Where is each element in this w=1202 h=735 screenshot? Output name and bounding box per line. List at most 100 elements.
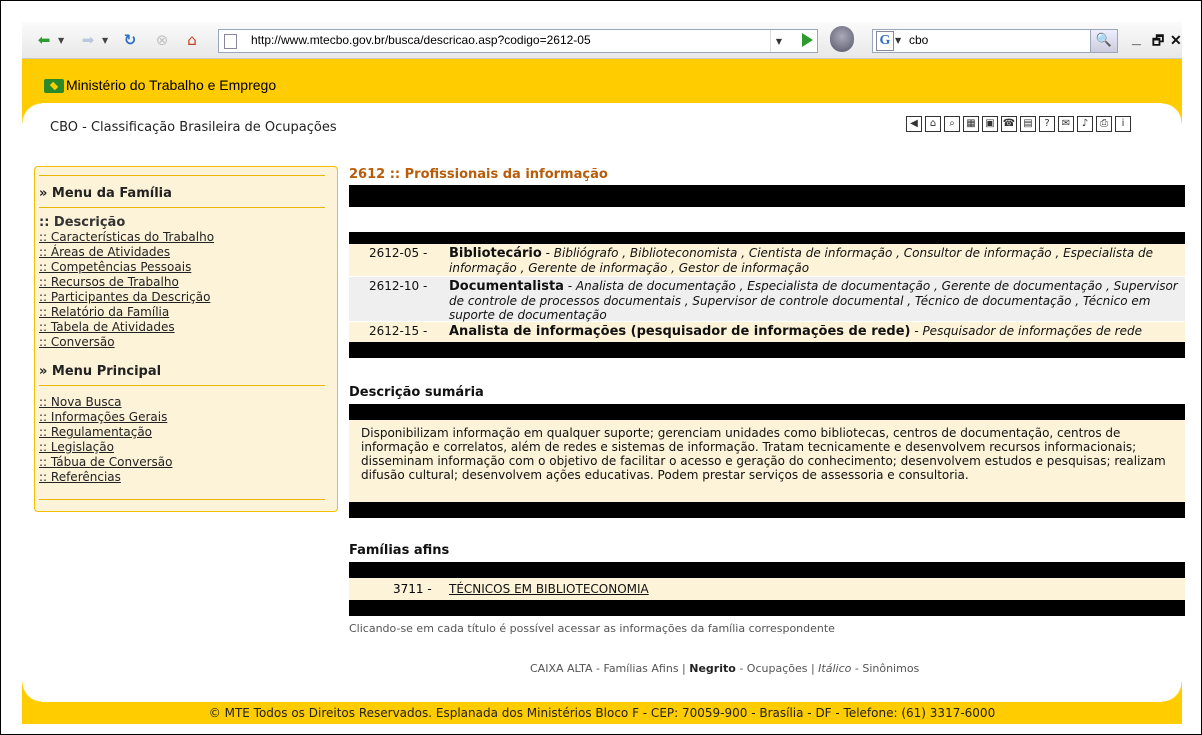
sidebar-link[interactable]: :: Referências bbox=[39, 470, 121, 484]
stop-icon[interactable]: ⊗ bbox=[152, 30, 172, 50]
forward-dropdown-icon[interactable]: ▼ bbox=[102, 36, 108, 45]
engine-dropdown-icon[interactable]: ▼ bbox=[895, 36, 901, 45]
sidebar-link[interactable]: :: Tabela de Atividades bbox=[39, 320, 175, 334]
occupation-name[interactable]: Analista de informações (pesquisador de … bbox=[449, 324, 910, 339]
google-icon[interactable]: G bbox=[876, 31, 894, 51]
black-bar bbox=[349, 342, 1185, 358]
info-icon[interactable]: i bbox=[1115, 116, 1131, 132]
sidebar-item-tabela[interactable]: :: Tabela de Atividades bbox=[39, 320, 175, 335]
black-bar bbox=[349, 562, 1185, 578]
sidebar-link[interactable]: :: Conversão bbox=[39, 335, 115, 349]
legend-italic: Itálico bbox=[818, 662, 852, 675]
site-header: Ministério do Trabalho e Emprego bbox=[22, 59, 1182, 103]
occupation-name[interactable]: Documentalista bbox=[449, 279, 564, 294]
occupation-code: 2612-15 - bbox=[369, 324, 428, 338]
home-icon[interactable]: ⌂ bbox=[925, 116, 941, 132]
address-bar[interactable]: http://www.mtecbo.gov.br/busca/descricao… bbox=[218, 29, 818, 53]
occupation-name[interactable]: Bibliotecário bbox=[449, 246, 542, 261]
family-title: 2612 :: Profissionais da informação bbox=[349, 167, 608, 182]
restore-button[interactable]: 🗗 bbox=[1152, 32, 1164, 54]
divider bbox=[39, 175, 325, 176]
occupation-code: 2612-05 - bbox=[369, 246, 428, 260]
search-input[interactable]: cbo bbox=[909, 33, 928, 47]
sidebar-item-tabua[interactable]: :: Tábua de Conversão bbox=[39, 455, 173, 470]
sidebar-link[interactable]: :: Relatório da Família bbox=[39, 305, 169, 319]
occupation-row: 2612-15 - Analista de informações (pesqu… bbox=[349, 322, 1185, 342]
search-icon[interactable]: 🔍 bbox=[1090, 30, 1117, 52]
reload-icon[interactable]: ↻ bbox=[120, 30, 140, 50]
sidebar-item-descricao[interactable]: :: Descrição bbox=[39, 215, 125, 230]
black-bar bbox=[349, 185, 1185, 207]
tools-iconbar: ◀ ⌂ ⌕ ▦ ▣ ☎ ▤ ? ✉ ♪ ⎙ i bbox=[906, 116, 1131, 132]
sidebar-link[interactable]: :: Nova Busca bbox=[39, 395, 122, 409]
legend-bold: Negrito bbox=[689, 662, 736, 675]
audio-icon[interactable]: ♪ bbox=[1077, 116, 1093, 132]
mail-icon[interactable]: ✉ bbox=[1058, 116, 1074, 132]
occupation-code: 2612-10 - bbox=[369, 279, 428, 293]
family-menu-title: » Menu da Família bbox=[39, 186, 172, 201]
sidebar-item-conversao[interactable]: :: Conversão bbox=[39, 335, 115, 350]
summary-box: Disponibilizam informação em qualquer su… bbox=[349, 420, 1185, 502]
summary-title: Descrição sumária bbox=[349, 385, 484, 400]
sidebar-item-caracteristicas[interactable]: :: Características do Trabalho bbox=[39, 230, 214, 245]
grid-icon[interactable]: ▤ bbox=[1020, 116, 1036, 132]
close-button[interactable]: ✕ bbox=[1170, 32, 1182, 49]
sidebar-link[interactable]: :: Informações Gerais bbox=[39, 410, 167, 424]
related-link[interactable]: TÉCNICOS EM BIBLIOTECONOMIA bbox=[449, 582, 649, 596]
occupation-row: 2612-10 - Documentalista - Analista de d… bbox=[349, 277, 1185, 322]
sidebar-item-nova-busca[interactable]: :: Nova Busca bbox=[39, 395, 122, 410]
phone-icon[interactable]: ☎ bbox=[1001, 116, 1017, 132]
sidebar-link[interactable]: :: Regulamentação bbox=[39, 425, 152, 439]
sidebar-item-recursos[interactable]: :: Recursos de Trabalho bbox=[39, 275, 179, 290]
sidebar-item-participantes[interactable]: :: Participantes da Descrição bbox=[39, 290, 210, 305]
sidebar-link[interactable]: :: Legislação bbox=[39, 440, 114, 454]
corner-decoration bbox=[1162, 103, 1182, 123]
corner-decoration bbox=[1162, 682, 1182, 702]
minimize-button[interactable]: _ bbox=[1132, 30, 1141, 48]
sidebar-link[interactable]: :: Características do Trabalho bbox=[39, 230, 214, 244]
sidebar-item-legislacao[interactable]: :: Legislação bbox=[39, 440, 114, 455]
save-icon[interactable]: ▣ bbox=[982, 116, 998, 132]
ministry-name[interactable]: Ministério do Trabalho e Emprego bbox=[44, 77, 276, 93]
profile-icon[interactable] bbox=[830, 26, 854, 52]
summary-text: Disponibilizam informação em qualquer su… bbox=[361, 426, 1166, 482]
sidebar-item-areas[interactable]: :: Áreas de Atividades bbox=[39, 245, 170, 260]
sidebar-item-informacoes[interactable]: :: Informações Gerais bbox=[39, 410, 167, 425]
forward-arrow-icon[interactable]: ➡ bbox=[78, 30, 98, 50]
legend-upper: CAIXA ALTA - Famílias Afins | bbox=[530, 662, 690, 675]
related-code: 3711 - bbox=[393, 582, 432, 596]
sidebar-link[interactable]: :: Competências Pessoais bbox=[39, 260, 191, 274]
related-title: Famílias afins bbox=[349, 543, 450, 558]
black-bar bbox=[349, 404, 1185, 420]
page-icon bbox=[224, 34, 237, 49]
search-bar[interactable]: G ▼ cbo 🔍 bbox=[872, 29, 1118, 53]
occupation-synonyms: - Pesquisador de informações de rede bbox=[910, 324, 1142, 338]
print-icon[interactable]: ⎙ bbox=[1096, 116, 1112, 132]
back-icon[interactable]: ◀ bbox=[906, 116, 922, 132]
history-dropdown-icon[interactable]: ▼ bbox=[770, 30, 787, 52]
ministry-label[interactable]: Ministério do Trabalho e Emprego bbox=[66, 77, 276, 93]
sidebar-link[interactable]: :: Participantes da Descrição bbox=[39, 290, 210, 304]
home-icon[interactable]: ⌂ bbox=[182, 30, 202, 50]
corner-decoration bbox=[22, 682, 42, 702]
sitemap-icon[interactable]: ▦ bbox=[963, 116, 979, 132]
sidebar-item-referencias[interactable]: :: Referências bbox=[39, 470, 121, 485]
hint-text: Clicando-se em cada título é possível ac… bbox=[349, 622, 835, 635]
sidebar-item-competencias[interactable]: :: Competências Pessoais bbox=[39, 260, 191, 275]
back-arrow-icon[interactable]: ⬅ bbox=[34, 30, 54, 50]
search-icon[interactable]: ⌕ bbox=[944, 116, 960, 132]
sidebar-link[interactable]: :: Recursos de Trabalho bbox=[39, 275, 179, 289]
sidebar-item-relatorio[interactable]: :: Relatório da Família bbox=[39, 305, 169, 320]
go-icon[interactable] bbox=[802, 33, 813, 47]
sidebar-item-regulamentacao[interactable]: :: Regulamentação bbox=[39, 425, 152, 440]
sidebar-link[interactable]: :: Áreas de Atividades bbox=[39, 245, 170, 259]
sidebar-link[interactable]: :: Tábua de Conversão bbox=[39, 455, 173, 469]
legend: CAIXA ALTA - Famílias Afins | Negrito - … bbox=[530, 662, 919, 675]
url-text[interactable]: http://www.mtecbo.gov.br/busca/descricao… bbox=[251, 33, 591, 47]
occupation-row: 2612-05 - Bibliotecário - Bibliógrafo , … bbox=[349, 244, 1185, 276]
divider bbox=[39, 499, 325, 500]
back-dropdown-icon[interactable]: ▼ bbox=[58, 36, 64, 45]
legend-end: - Sinônimos bbox=[851, 662, 920, 675]
help-icon[interactable]: ? bbox=[1039, 116, 1055, 132]
related-row: 3711 - TÉCNICOS EM BIBLIOTECONOMIA bbox=[349, 578, 1185, 600]
